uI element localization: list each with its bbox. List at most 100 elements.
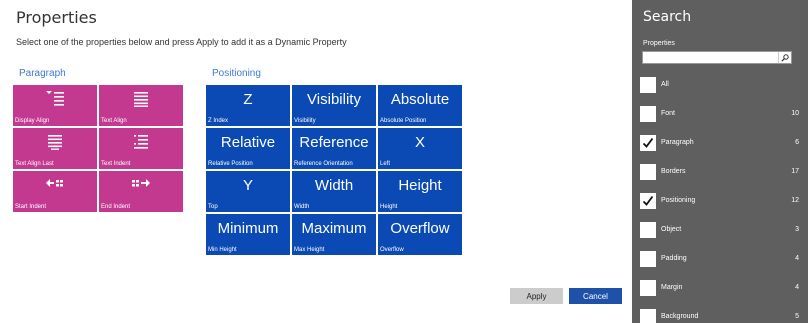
tile-heading: Minimum [217, 220, 279, 237]
filter-count: 4 [795, 284, 799, 291]
filter-checkbox[interactable] [640, 164, 656, 180]
filter-item-padding[interactable]: Padding 4 [639, 248, 799, 277]
tile-heading: Maximum [301, 220, 367, 237]
search-properties-label: Properties [643, 40, 675, 47]
tile-visibility[interactable]: Visibility Visibility [292, 85, 376, 126]
apply-button[interactable]: Apply [510, 288, 563, 304]
tile-left[interactable]: X Left [378, 128, 462, 169]
tile-height[interactable]: Height Height [378, 171, 462, 212]
filter-checkbox[interactable] [640, 309, 656, 323]
filter-count: 17 [791, 168, 799, 175]
filter-count: 3 [795, 226, 799, 233]
filter-checkbox[interactable] [640, 193, 656, 209]
tile-caption: Display Align [15, 118, 50, 124]
search-icon [781, 53, 789, 62]
tile-text-indent[interactable]: Text Indent [99, 128, 183, 169]
tile-heading: Visibility [307, 91, 361, 108]
filter-count: 10 [791, 110, 799, 117]
filter-name: Font [661, 110, 676, 117]
tile-text-align-last[interactable]: Text Align Last [13, 128, 97, 169]
filter-checkbox[interactable] [640, 222, 656, 238]
tile-reference-orientation[interactable]: Reference Reference Orientation [292, 128, 376, 169]
paragraph-tile-grid: Display Align Text Align Text Align Last [13, 85, 183, 212]
tile-relative-position[interactable]: Relative Relative Position [206, 128, 290, 169]
filter-item-paragraph[interactable]: Paragraph 6 [639, 132, 799, 161]
filter-name: Padding [661, 255, 687, 262]
positioning-section-label: Positioning [212, 68, 261, 79]
search-input[interactable] [645, 52, 777, 63]
tile-heading: Reference [299, 134, 369, 151]
filter-checkbox[interactable] [640, 106, 656, 122]
tile-caption: Text Align Last [15, 161, 54, 167]
properties-dialog: Properties Select one of the properties … [0, 0, 632, 323]
search-panel: Search Properties All Font 10 Paragraph … [632, 0, 808, 323]
filter-checkbox[interactable] [640, 135, 656, 151]
filter-item-background[interactable]: Background 5 [639, 306, 799, 323]
filter-checkbox[interactable] [640, 280, 656, 296]
tile-top[interactable]: Y Top [206, 171, 290, 212]
filter-count: 4 [795, 255, 799, 262]
filter-name: Margin [661, 284, 683, 291]
filter-count: 12 [791, 197, 799, 204]
tile-caption: Width [294, 204, 310, 210]
tile-end-indent[interactable]: End Indent [99, 171, 183, 212]
tile-min-height[interactable]: Minimum Min Height [206, 214, 290, 255]
tile-caption: Relative Position [208, 161, 253, 167]
start-indent-icon [46, 179, 63, 187]
search-button[interactable] [778, 52, 791, 63]
tile-heading: Height [398, 177, 442, 194]
tile-caption: Reference Orientation [294, 161, 353, 167]
checkmark-icon [642, 195, 654, 206]
text-indent-icon [134, 135, 148, 149]
tile-heading: Relative [220, 134, 276, 151]
tile-heading: Y [242, 177, 253, 194]
tile-caption: Text Indent [101, 161, 131, 167]
tile-display-align[interactable]: Display Align [13, 85, 97, 126]
filter-item-margin[interactable]: Margin 4 [639, 277, 799, 306]
display-align-icon [46, 91, 64, 106]
tile-start-indent[interactable]: Start Indent [13, 171, 97, 212]
tile-overflow[interactable]: Overflow Overflow [378, 214, 462, 255]
page-subtitle: Select one of the properties below and p… [16, 37, 347, 47]
page-title: Properties [16, 8, 97, 27]
tile-heading: Z [243, 91, 253, 108]
tile-heading: Overflow [390, 220, 450, 237]
filter-item-borders[interactable]: Borders 17 [639, 161, 799, 190]
search-panel-title: Search [643, 9, 692, 25]
search-box [642, 51, 792, 64]
tile-caption: Min Height [208, 247, 237, 253]
filter-name: Positioning [661, 197, 696, 204]
filter-item-positioning[interactable]: Positioning 12 [639, 190, 799, 219]
filter-name: Object [661, 226, 682, 233]
paragraph-section-label: Paragraph [19, 68, 66, 79]
tile-caption: Overflow [380, 247, 404, 253]
filter-list: All Font 10 Paragraph 6 Borders 17 Posit… [639, 74, 799, 323]
tile-width[interactable]: Width Width [292, 171, 376, 212]
text-align-last-icon [48, 135, 62, 150]
tile-absolute-position[interactable]: Absolute Absolute Position [378, 85, 462, 126]
text-align-icon [134, 92, 148, 107]
tile-caption: End Indent [101, 204, 131, 210]
tile-heading: Width [314, 177, 354, 194]
tile-caption: Absolute Position [380, 118, 427, 124]
filter-item-object[interactable]: Object 3 [639, 219, 799, 248]
tile-caption: Height [380, 204, 398, 210]
filter-name: All [661, 81, 669, 88]
tile-max-height[interactable]: Maximum Max Height [292, 214, 376, 255]
filter-item-font[interactable]: Font 10 [639, 103, 799, 132]
tile-z-index[interactable]: Z Z Index [206, 85, 290, 126]
cancel-button[interactable]: Cancel [569, 288, 622, 304]
tile-caption: Left [380, 161, 391, 167]
end-indent-icon [132, 179, 150, 187]
positioning-tile-grid: ZZ Index Visibility Visibility Absolute Ab… [206, 85, 462, 255]
filter-checkbox[interactable] [640, 251, 656, 267]
tile-caption: Top [208, 204, 218, 210]
filter-name: Paragraph [661, 139, 694, 146]
filter-item-all[interactable]: All [639, 74, 799, 103]
filter-count: 6 [795, 139, 799, 146]
tile-caption: Visibility [294, 118, 316, 124]
filter-checkbox[interactable] [640, 77, 656, 93]
tile-caption: Max Height [294, 247, 325, 253]
filter-count: 5 [795, 313, 799, 320]
tile-text-align[interactable]: Text Align [99, 85, 183, 126]
